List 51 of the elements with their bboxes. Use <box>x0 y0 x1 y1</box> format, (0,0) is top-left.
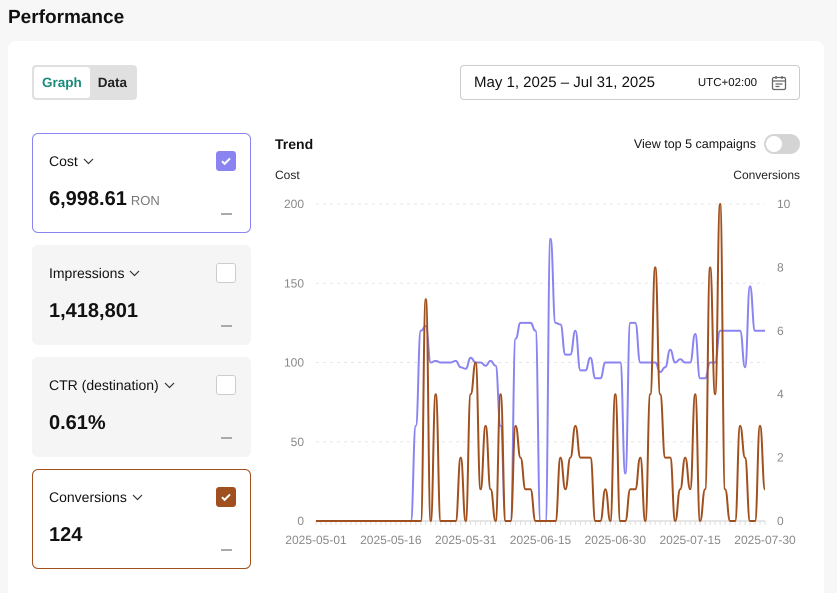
x-tick-label: 2025-05-31 <box>434 533 496 547</box>
y-tick-label: 2 <box>777 450 784 465</box>
y-axis-title: Conversions <box>733 168 800 182</box>
date-range-field[interactable]: May 1, 2025 – Jul 31, 2025 UTC+02:00 <box>460 65 800 100</box>
dash-icon <box>221 437 232 439</box>
y-tick-label: 6 <box>777 324 784 338</box>
y-tick-label: 0 <box>777 514 784 528</box>
metric-name[interactable]: Cost <box>49 153 78 169</box>
y-tick-label: 4 <box>777 387 784 402</box>
metric-name[interactable]: Conversions <box>49 489 127 505</box>
metric-value: 1,418,801 <box>49 300 138 323</box>
toggle-label: View top 5 campaigns <box>634 137 756 151</box>
x-tick-label: 2025-06-30 <box>584 533 646 547</box>
x-tick-label: 2025-06-15 <box>510 533 572 547</box>
x-tick-label: 2025-05-01 <box>285 533 347 547</box>
metric-unit: RON <box>130 193 160 208</box>
dash-icon <box>221 213 232 215</box>
chart-title: Trend <box>275 136 314 152</box>
y-tick-label: 8 <box>777 260 784 274</box>
view-tab[interactable]: Graph <box>34 67 90 98</box>
metric-card[interactable]: CTR (destination) 0.61% <box>32 357 251 457</box>
checkbox[interactable] <box>216 151 236 171</box>
metric-card[interactable]: Conversions 124 <box>32 469 251 569</box>
y-axis-title: Cost <box>275 168 300 182</box>
view-tab[interactable]: Data <box>90 67 136 98</box>
dash-icon <box>221 549 232 551</box>
metric-value: 124 <box>49 524 82 547</box>
metric-name[interactable]: CTR (destination) <box>49 377 159 393</box>
checkbox[interactable] <box>216 487 236 507</box>
toggle-switch[interactable] <box>764 134 800 154</box>
y-tick-label: 200 <box>284 197 304 211</box>
dash-icon <box>221 325 232 327</box>
x-tick-label: 2025-07-15 <box>659 533 721 547</box>
metric-card[interactable]: Cost 6,998.61 RON <box>32 133 251 233</box>
y-tick-label: 50 <box>290 434 304 449</box>
chevron-down-icon <box>82 158 94 164</box>
y-tick-label: 0 <box>297 514 304 528</box>
x-tick-label: 2025-05-16 <box>360 533 422 547</box>
chevron-down-icon <box>164 382 175 388</box>
metric-name[interactable]: Impressions <box>49 265 124 281</box>
page-title: Performance <box>7 6 126 30</box>
metric-card[interactable]: Impressions 1,418,801 <box>32 245 251 345</box>
metric-value: 6,998.61 <box>49 188 127 211</box>
metric-value: 0.61% <box>49 412 106 435</box>
y-tick-label: 150 <box>284 276 304 290</box>
y-tick-label: 100 <box>284 356 304 370</box>
chevron-down-icon <box>132 494 143 500</box>
calendar-icon <box>771 74 787 90</box>
chevron-down-icon <box>129 270 140 276</box>
x-tick-label: 2025-07-30 <box>734 533 796 547</box>
y-tick-label: 10 <box>777 197 790 211</box>
